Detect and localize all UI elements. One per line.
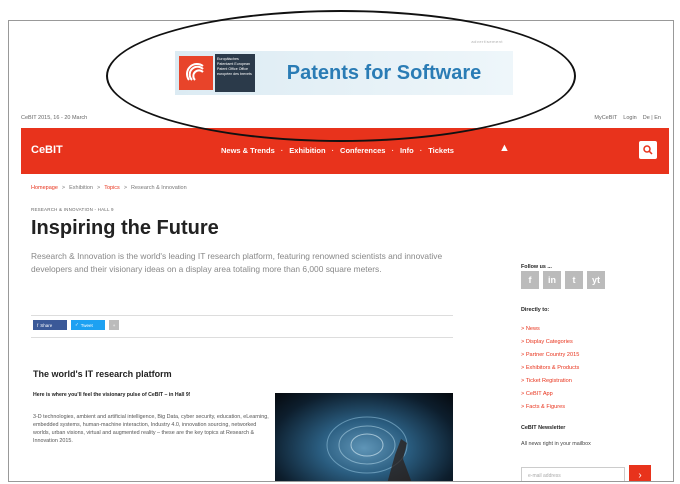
breadcrumb-homepage[interactable]: Homepage bbox=[31, 185, 58, 191]
quick-link-partner-country[interactable]: > Partner Country 2015 bbox=[521, 349, 579, 362]
twitter-icon: ✓ bbox=[75, 322, 79, 327]
divider bbox=[31, 337, 453, 338]
social-links: f in t yt bbox=[521, 271, 605, 289]
nav-item-info[interactable]: Info bbox=[400, 146, 414, 155]
quick-link-display-categories[interactable]: > Display Categories bbox=[521, 336, 579, 349]
nav-item-news[interactable]: News & Trends bbox=[221, 146, 275, 155]
twitter-share-button[interactable]: ✓ Tweet bbox=[71, 320, 105, 330]
newsletter-label: CeBIT Newsletter bbox=[521, 425, 566, 431]
research-photo bbox=[275, 393, 453, 481]
divider bbox=[31, 315, 453, 316]
page-lead: Research & Innovation is the world's lea… bbox=[31, 251, 443, 274]
quick-link-news[interactable]: > News bbox=[521, 323, 579, 336]
youtube-icon[interactable]: yt bbox=[587, 271, 605, 289]
mycebit-link[interactable]: MyCeBIT bbox=[594, 115, 617, 121]
newsletter-subtext: All news right in your mailbox bbox=[521, 441, 591, 447]
ad-banner[interactable]: Europäisches Patentamt European Patent O… bbox=[175, 51, 513, 95]
breadcrumb-exhibition[interactable]: Exhibition bbox=[69, 185, 93, 191]
facebook-icon: f bbox=[37, 322, 39, 328]
page-title: Inspiring the Future bbox=[31, 217, 219, 239]
nav-menu: News & Trends · Exhibition · Conferences · … bbox=[221, 146, 454, 155]
breadcrumb: Homepage > Exhibition > Topics > Research &… bbox=[31, 185, 187, 191]
ad-title: Patents for Software bbox=[286, 61, 482, 84]
login-link[interactable]: Login bbox=[623, 115, 636, 121]
nav-item-tickets[interactable]: Tickets bbox=[428, 146, 454, 155]
directly-to-label: Directly to: bbox=[521, 307, 550, 313]
quick-link-cebit-app[interactable]: > CeBIT App bbox=[521, 388, 579, 401]
cebit-logo[interactable]: CeBIT bbox=[31, 144, 63, 156]
quick-links: > News > Display Categories > Partner Co… bbox=[521, 323, 579, 414]
section-subheading: Here is where you'll feel the visionary … bbox=[33, 392, 191, 398]
more-share-button[interactable]: + bbox=[109, 320, 119, 330]
section-heading: The world's IT research platform bbox=[33, 369, 172, 379]
quick-link-facts-figures[interactable]: > Facts & Figures bbox=[521, 401, 579, 414]
top-utility-bar: CeBIT 2015, 16 - 20 March MyCeBIT Login … bbox=[21, 113, 661, 125]
browser-page: advertisement Europäisches Patentamt Eur… bbox=[8, 20, 674, 482]
email-input[interactable]: e-mail address bbox=[521, 467, 625, 481]
breadcrumb-topics[interactable]: Topics bbox=[104, 185, 120, 191]
ad-label: advertisement bbox=[471, 39, 503, 44]
newsletter-submit-button[interactable]: › bbox=[629, 465, 651, 481]
section-body: 3-D technologies, ambient and artificial… bbox=[33, 414, 269, 444]
quick-link-exhibitors[interactable]: > Exhibitors & Products bbox=[521, 362, 579, 375]
twitter-icon[interactable]: t bbox=[565, 271, 583, 289]
nav-item-exhibition[interactable]: Exhibition bbox=[289, 146, 325, 155]
epo-logo-icon bbox=[179, 56, 213, 90]
quick-link-ticket-registration[interactable]: > Ticket Registration bbox=[521, 375, 579, 388]
linkedin-icon[interactable]: in bbox=[543, 271, 561, 289]
ad-org-text: Europäisches Patentamt European Patent O… bbox=[215, 54, 255, 92]
main-navbar: CeBIT News & Trends · Exhibition · Confere… bbox=[21, 128, 669, 174]
breadcrumb-current: Research & Innovation bbox=[131, 185, 187, 191]
search-icon bbox=[643, 145, 653, 155]
language-switch[interactable]: De | En bbox=[643, 115, 661, 121]
search-button[interactable] bbox=[639, 141, 657, 159]
home-icon[interactable]: ▲ bbox=[499, 142, 510, 154]
chevron-right-icon: › bbox=[638, 469, 642, 481]
page-kicker: RESEARCH & INNOVATION - HALL 9 bbox=[31, 207, 114, 212]
facebook-icon[interactable]: f bbox=[521, 271, 539, 289]
nav-item-conferences[interactable]: Conferences bbox=[340, 146, 385, 155]
share-bar: f Share ✓ Tweet + bbox=[33, 320, 119, 330]
facebook-share-button[interactable]: f Share bbox=[33, 320, 67, 330]
event-date: CeBIT 2015, 16 - 20 March bbox=[21, 115, 88, 121]
